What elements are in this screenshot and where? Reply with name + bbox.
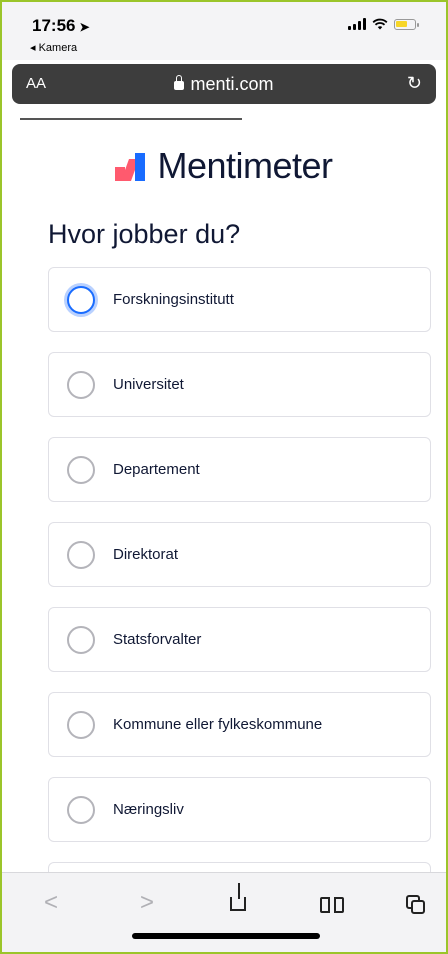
chevron-left-icon[interactable]: <	[44, 889, 58, 917]
safari-toolbar: < >	[2, 872, 446, 952]
option-label: Næringsliv	[113, 801, 184, 818]
option-forskningsinstitutt[interactable]: Forskningsinstitutt	[48, 267, 431, 332]
share-icon[interactable]	[230, 883, 246, 911]
battery-icon	[394, 18, 419, 30]
option-label: Forskningsinstitutt	[113, 291, 234, 308]
page-load-progress	[20, 118, 242, 120]
option-label: Statsforvalter	[113, 631, 202, 648]
status-bar: 17:56 ➤ ◂ Kamera	[2, 2, 446, 60]
wifi-icon	[372, 18, 388, 30]
url-text: menti.com	[190, 74, 274, 94]
option-naeringsliv[interactable]: Næringsliv	[48, 777, 431, 842]
option-universitet[interactable]: Universitet	[48, 352, 431, 417]
lock-icon	[174, 75, 185, 90]
logo-text: Mentimeter	[157, 145, 333, 186]
option-kommune-eller-fylkeskommune[interactable]: Kommune eller fylkeskommune	[48, 692, 431, 757]
mentimeter-logo: Mentimeter	[2, 145, 446, 187]
cellular-signal-icon	[348, 18, 366, 30]
tabs-icon[interactable]	[406, 889, 426, 915]
status-icons	[348, 18, 419, 30]
radio-button[interactable]	[67, 626, 95, 654]
location-arrow-icon: ➤	[79, 20, 90, 34]
radio-button[interactable]	[67, 541, 95, 569]
chevron-right-icon[interactable]: >	[140, 889, 154, 917]
clock: 17:56 ➤	[32, 16, 90, 35]
radio-button[interactable]	[67, 711, 95, 739]
option-label: Universitet	[113, 376, 184, 393]
option-departement[interactable]: Departement	[48, 437, 431, 502]
option-direktorat[interactable]: Direktorat	[48, 522, 431, 587]
radio-button[interactable]	[67, 456, 95, 484]
url-display[interactable]: menti.com	[12, 74, 436, 95]
reload-icon[interactable]: ↻	[407, 73, 422, 94]
home-indicator	[132, 933, 320, 939]
mentimeter-logo-mark	[115, 151, 149, 181]
option-statsforvalter[interactable]: Statsforvalter	[48, 607, 431, 672]
radio-button[interactable]	[67, 796, 95, 824]
question-title: Hvor jobber du?	[48, 219, 241, 249]
option-label: Kommune eller fylkeskommune	[113, 716, 323, 733]
phone-screen: 17:56 ➤ ◂ Kamera AA menti.com ↻ Mentimete	[0, 0, 448, 954]
option-label: Departement	[113, 461, 200, 478]
option-label: Direktorat	[113, 546, 179, 563]
radio-button[interactable]	[67, 286, 95, 314]
radio-button[interactable]	[67, 371, 95, 399]
address-bar[interactable]: AA menti.com ↻	[12, 64, 436, 104]
back-to-app-link[interactable]: ◂ Kamera	[30, 41, 77, 54]
book-icon[interactable]	[320, 889, 344, 915]
